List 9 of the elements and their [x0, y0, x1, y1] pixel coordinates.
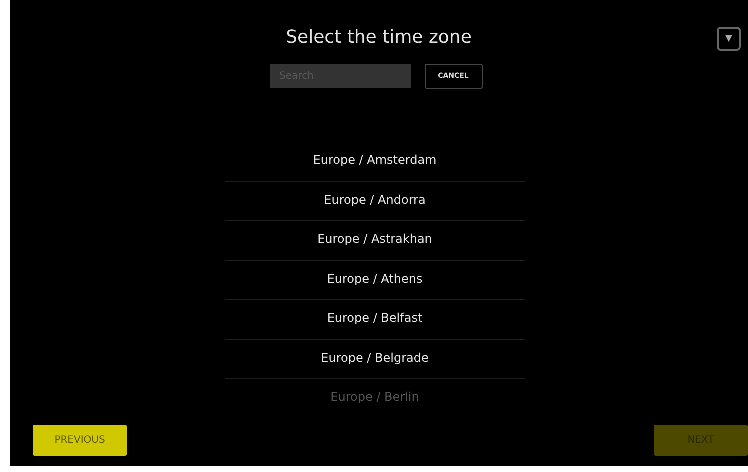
time-zone-item[interactable]: Europe / Amsterdam [225, 142, 525, 182]
previous-button[interactable]: PREVIOUS [33, 425, 127, 456]
time-zone-item[interactable]: Europe / Astrakhan [225, 221, 525, 260]
time-zone-item[interactable]: Europe / Belfast [225, 300, 525, 340]
page-title: Select the time zone [286, 26, 472, 50]
dropdown-button[interactable]: ▼ [717, 27, 741, 51]
time-zone-item[interactable]: Europe / Athens [225, 260, 525, 300]
time-zone-item[interactable]: Europe / Belgrade [225, 340, 525, 379]
time-zone-item[interactable]: Europe / Andorra [225, 182, 525, 221]
